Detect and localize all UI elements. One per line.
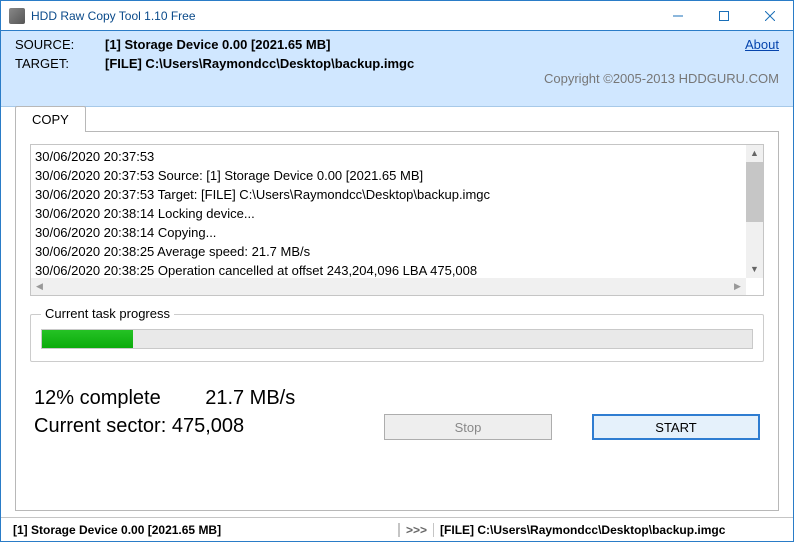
status-source: [1] Storage Device 0.00 [2021.65 MB]: [7, 523, 399, 537]
target-label: TARGET:: [15, 56, 105, 71]
progress-group: Current task progress: [30, 314, 764, 362]
horizontal-scrollbar[interactable]: ◀ ▶: [31, 278, 746, 295]
window-controls: [655, 1, 793, 30]
speed-value: 21.7 MB/s: [205, 387, 295, 409]
maximize-button[interactable]: [701, 1, 747, 30]
scroll-thumb[interactable]: [746, 162, 763, 222]
status-target: [FILE] C:\Users\Raymondcc\Desktop\backup…: [434, 523, 731, 537]
window-title: HDD Raw Copy Tool 1.10 Free: [31, 9, 655, 23]
progress-legend: Current task progress: [41, 306, 174, 321]
content-area: COPY 30/06/2020 20:37:53 30/06/2020 20:3…: [1, 107, 793, 517]
current-sector: Current sector: 475,008: [34, 412, 295, 440]
start-button[interactable]: START: [592, 414, 760, 440]
progress-fill: [42, 330, 133, 348]
log-line: 30/06/2020 20:37:53 Source: [1] Storage …: [35, 166, 759, 185]
tab-bar: COPY: [15, 106, 779, 132]
source-value: [1] Storage Device 0.00 [2021.65 MB]: [105, 37, 330, 52]
titlebar[interactable]: HDD Raw Copy Tool 1.10 Free: [1, 1, 793, 31]
header-panel: SOURCE: [1] Storage Device 0.00 [2021.65…: [1, 31, 793, 107]
progress-bar: [41, 329, 753, 349]
close-button[interactable]: [747, 1, 793, 30]
log-box[interactable]: 30/06/2020 20:37:53 30/06/2020 20:37:53 …: [30, 144, 764, 296]
log-line: 30/06/2020 20:38:14 Locking device...: [35, 204, 759, 223]
app-window: HDD Raw Copy Tool 1.10 Free SOURCE: [1] …: [0, 0, 794, 542]
about-link[interactable]: About: [745, 37, 779, 52]
status-arrow-icon: >>>: [399, 523, 434, 537]
scroll-down-icon[interactable]: ▼: [746, 261, 763, 278]
source-label: SOURCE:: [15, 37, 105, 52]
log-line: 30/06/2020 20:37:53: [35, 147, 759, 166]
log-line: 30/06/2020 20:38:25 Average speed: 21.7 …: [35, 242, 759, 261]
minimize-button[interactable]: [655, 1, 701, 30]
stop-button[interactable]: Stop: [384, 414, 552, 440]
stats-text: 12% complete 21.7 MB/s Current sector: 4…: [34, 384, 295, 440]
tab-panel: 30/06/2020 20:37:53 30/06/2020 20:37:53 …: [15, 131, 779, 511]
vertical-scrollbar[interactable]: ▲ ▼: [746, 145, 763, 278]
app-icon: [9, 8, 25, 24]
stats-row: 12% complete 21.7 MB/s Current sector: 4…: [30, 380, 764, 440]
log-line: 30/06/2020 20:38:14 Copying...: [35, 223, 759, 242]
copyright-text: Copyright ©2005-2013 HDDGURU.COM: [544, 71, 779, 86]
status-bar: [1] Storage Device 0.00 [2021.65 MB] >>>…: [1, 517, 793, 541]
log-line: 30/06/2020 20:37:53 Target: [FILE] C:\Us…: [35, 185, 759, 204]
percent-complete: 12% complete: [34, 387, 161, 409]
tab-copy[interactable]: COPY: [15, 106, 86, 132]
scroll-left-icon[interactable]: ◀: [31, 278, 48, 295]
target-value: [FILE] C:\Users\Raymondcc\Desktop\backup…: [105, 56, 414, 71]
scroll-up-icon[interactable]: ▲: [746, 145, 763, 162]
scroll-right-icon[interactable]: ▶: [729, 278, 746, 295]
button-row: Stop START: [384, 414, 760, 440]
